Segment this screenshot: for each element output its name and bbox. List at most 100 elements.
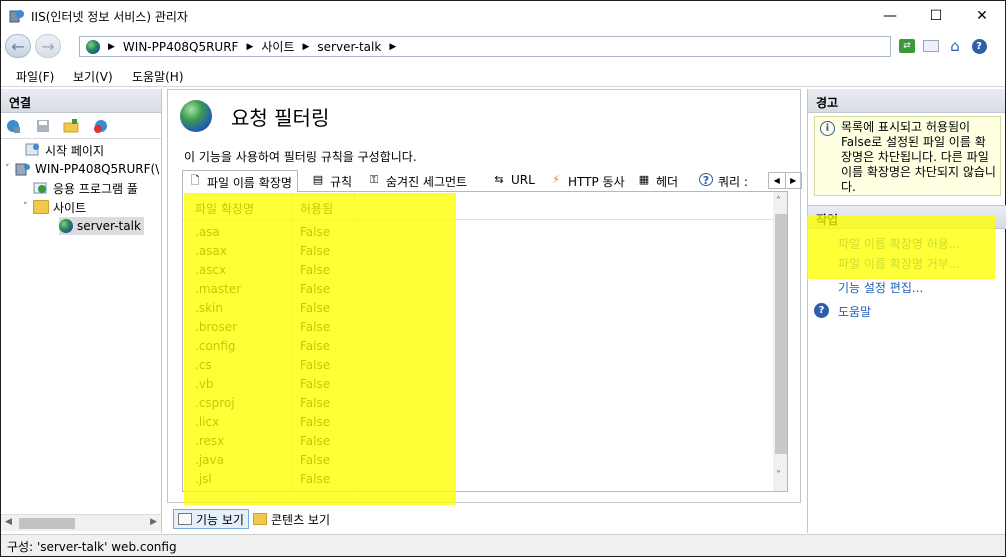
deny-extension-link[interactable]: 파일 이름 확장명 거부... bbox=[838, 255, 960, 272]
edit-feature-settings-link[interactable]: 기능 설정 편집... bbox=[838, 279, 923, 296]
breadcrumb-site[interactable]: server-talk bbox=[317, 40, 381, 54]
tab-http-verbs[interactable]: ⚡ HTTP 동사 bbox=[544, 170, 630, 192]
tab-scroll-left-icon[interactable]: ◀ bbox=[769, 173, 786, 188]
tab-scroll: ◀ ▶ bbox=[768, 172, 802, 189]
table-row[interactable]: .csproj False bbox=[183, 393, 773, 412]
scroll-up-icon[interactable]: ˄ bbox=[776, 196, 781, 207]
tab-url[interactable]: ⇆ URL bbox=[487, 170, 540, 192]
maximize-button[interactable]: ☐ bbox=[913, 1, 959, 31]
extension-cell: .csproj bbox=[195, 396, 235, 410]
column-header-extension[interactable]: 파일 확장명 bbox=[195, 200, 254, 217]
expander-icon[interactable]: ˅ bbox=[23, 202, 33, 212]
tab-file-extensions[interactable]: 🗋 파일 이름 확장명 bbox=[182, 170, 298, 193]
breadcrumb-separator[interactable]: ▶ bbox=[108, 42, 115, 52]
allowed-cell: False bbox=[300, 415, 331, 429]
disconnect-icon[interactable] bbox=[93, 118, 109, 134]
scroll-left-icon[interactable]: ◀ bbox=[5, 517, 12, 527]
stop-button[interactable] bbox=[921, 36, 941, 56]
tab-scroll-right-icon[interactable]: ▶ bbox=[786, 173, 802, 188]
allowed-cell: False bbox=[300, 377, 331, 391]
alerts-header: 경고 bbox=[808, 89, 1005, 113]
back-button[interactable]: ← bbox=[5, 34, 31, 58]
refresh-button[interactable]: ⇄ bbox=[897, 36, 917, 56]
scrollbar-thumb[interactable] bbox=[19, 518, 75, 529]
allowed-cell: False bbox=[300, 358, 331, 372]
tab-hidden-segments[interactable]: ⚿ 숨겨진 세그먼트 bbox=[362, 170, 472, 192]
menu-view[interactable]: 보기(V) bbox=[73, 68, 113, 85]
table-row[interactable]: .cs False bbox=[183, 355, 773, 374]
content-view-button[interactable]: 콘텐츠 보기 bbox=[249, 509, 334, 529]
extension-cell: .asa bbox=[195, 225, 220, 239]
close-button[interactable]: ✕ bbox=[959, 1, 1005, 31]
breadcrumb-separator[interactable]: ▶ bbox=[389, 42, 396, 52]
breadcrumb-separator[interactable]: ▶ bbox=[303, 42, 310, 52]
features-view-button[interactable]: 기능 보기 bbox=[173, 509, 249, 529]
tab-label: URL bbox=[511, 173, 535, 187]
column-header-allowed[interactable]: 허용됨 bbox=[300, 200, 333, 217]
table-row[interactable]: .ascx False bbox=[183, 260, 773, 279]
table-row[interactable]: .vb False bbox=[183, 374, 773, 393]
menu-help[interactable]: 도움말(H) bbox=[132, 68, 184, 85]
save-icon[interactable] bbox=[35, 118, 51, 134]
allow-extension-link[interactable]: 파일 이름 확장명 허용... bbox=[838, 235, 960, 252]
tab-rules[interactable]: ▤ 규칙 bbox=[306, 170, 357, 192]
connect-icon[interactable] bbox=[5, 118, 21, 134]
tab-headers[interactable]: ▦ 헤더 bbox=[632, 170, 683, 192]
breadcrumb-server[interactable]: WIN-PP408Q5RURF bbox=[123, 40, 239, 54]
list-vscrollbar[interactable]: ˄ ˅ bbox=[773, 192, 787, 491]
iis-app-icon bbox=[9, 10, 24, 23]
extension-cell: .jsl bbox=[195, 472, 212, 486]
extension-cell: .resx bbox=[195, 434, 225, 448]
actions-panel: 경고 i 목록에 표시되고 허용됨이 False로 설정된 파일 이름 확장명은… bbox=[807, 89, 1006, 533]
help-button[interactable]: ? bbox=[969, 36, 989, 56]
scroll-right-icon[interactable]: ▶ bbox=[150, 517, 157, 527]
info-icon: i bbox=[820, 121, 835, 136]
table-row[interactable]: .config False bbox=[183, 336, 773, 355]
alert-text: 목록에 표시되고 허용됨이 False로 설정된 파일 이름 확장명은 차단됩니… bbox=[841, 120, 996, 194]
tree-item-label: 응용 프로그램 풀 bbox=[53, 181, 138, 196]
menu-file[interactable]: 파일(F) bbox=[16, 68, 54, 85]
start-page-icon bbox=[25, 143, 39, 156]
forward-button[interactable]: → bbox=[35, 34, 61, 58]
tree-item-server[interactable]: ˅ WIN-PP408Q5RURF(\ bbox=[5, 160, 159, 178]
home-icon: ⌂ bbox=[950, 37, 960, 55]
status-bar: 구성: 'server-talk' web.config bbox=[1, 534, 1005, 556]
page-title: 요청 필터링 bbox=[231, 106, 330, 130]
table-row[interactable]: .broser False bbox=[183, 317, 773, 336]
table-row[interactable]: .resx False bbox=[183, 431, 773, 450]
breadcrumb-separator[interactable]: ▶ bbox=[246, 42, 253, 52]
url-icon: ⇆ bbox=[494, 173, 504, 186]
breadcrumb-sites[interactable]: 사이트 bbox=[261, 38, 294, 55]
table-row[interactable]: .skin False bbox=[183, 298, 773, 317]
scrollbar-thumb[interactable] bbox=[775, 214, 787, 454]
tree-item-label: 시작 페이지 bbox=[45, 143, 105, 158]
breadcrumb[interactable]: ▶ WIN-PP408Q5RURF ▶ 사이트 ▶ server-talk ▶ bbox=[79, 36, 891, 57]
address-bar: ← → ▶ WIN-PP408Q5RURF ▶ 사이트 ▶ server-tal… bbox=[1, 31, 1005, 61]
help-link[interactable]: 도움말 bbox=[838, 303, 871, 320]
table-row[interactable]: .master False bbox=[183, 279, 773, 298]
expander-icon[interactable]: ˅ bbox=[5, 164, 15, 174]
table-row[interactable]: .asax False bbox=[183, 241, 773, 260]
tree-item-server-talk[interactable]: server-talk bbox=[59, 217, 144, 235]
open-folder-icon[interactable] bbox=[63, 118, 79, 134]
tree-item-start-page[interactable]: 시작 페이지 bbox=[15, 141, 104, 159]
table-row[interactable]: .java False bbox=[183, 450, 773, 469]
tab-query-strings[interactable]: ? 쿼리 : bbox=[694, 170, 753, 192]
request-filtering-icon bbox=[180, 100, 212, 132]
scroll-down-icon[interactable]: ˅ bbox=[776, 470, 781, 481]
tree-item-sites[interactable]: ˅ 사이트 bbox=[23, 198, 86, 216]
extension-cell: .master bbox=[195, 282, 242, 296]
extension-cell: .skin bbox=[195, 301, 223, 315]
connections-hscrollbar[interactable]: ◀ ▶ bbox=[1, 514, 161, 531]
minimize-button[interactable]: — bbox=[867, 1, 913, 31]
filter-tabs: 🗋 파일 이름 확장명 ▤ 규칙 ⚿ 숨겨진 세그먼트 ⇆ URL ⚡ HTTP 동사 ▦… bbox=[182, 170, 802, 193]
connections-toolbar bbox=[1, 113, 161, 139]
tree-item-app-pools[interactable]: 응용 프로그램 풀 bbox=[33, 179, 138, 197]
home-button[interactable]: ⌂ bbox=[945, 36, 965, 56]
tab-label: 파일 이름 확장명 bbox=[207, 176, 292, 190]
table-row[interactable]: .asa False bbox=[183, 222, 773, 241]
title-bar: IIS(인터넷 정보 서비스) 관리자 — ☐ ✕ bbox=[1, 1, 1005, 31]
tab-label: 쿼리 : bbox=[718, 175, 748, 189]
table-row[interactable]: .jsl False bbox=[183, 469, 773, 488]
table-row[interactable]: .licx False bbox=[183, 412, 773, 431]
